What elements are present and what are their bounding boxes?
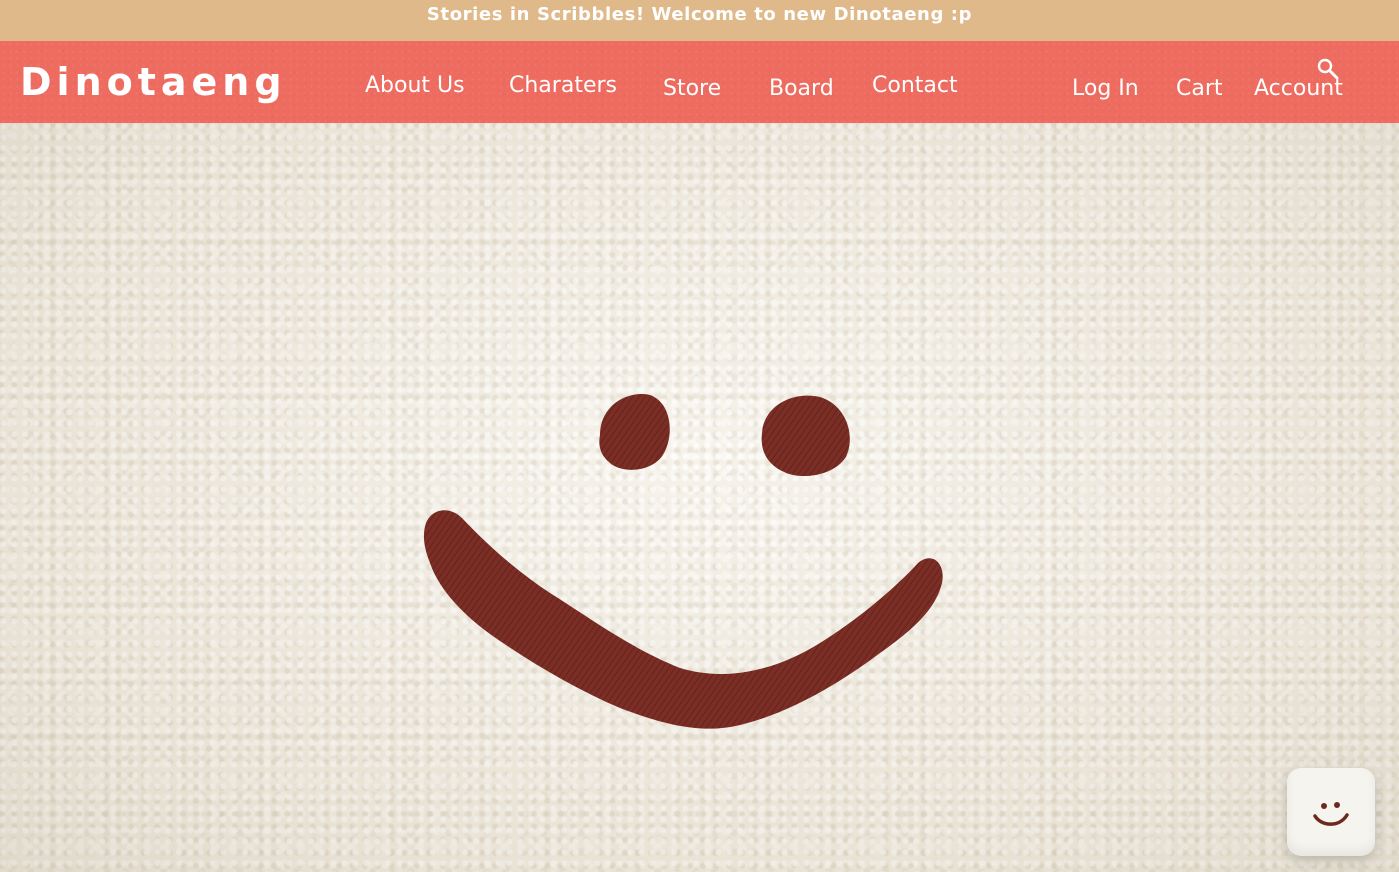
right-eye xyxy=(761,395,850,477)
chat-widget-button[interactable] xyxy=(1287,768,1375,856)
nav-board[interactable]: Board xyxy=(769,75,834,103)
embroidered-smiley-face xyxy=(423,394,943,729)
search-icon[interactable] xyxy=(1316,57,1340,81)
left-eye xyxy=(599,394,670,470)
site-header: Dinotaeng About Us Charaters Store Board… xyxy=(0,41,1399,123)
site-logo[interactable]: Dinotaeng xyxy=(20,59,287,105)
nav-log-in[interactable]: Log In xyxy=(1072,75,1139,103)
nav-about-us[interactable]: About Us xyxy=(365,72,465,100)
hero-image xyxy=(0,123,1399,872)
smiley-face-icon xyxy=(1313,802,1349,826)
smile-mouth xyxy=(423,510,943,729)
nav-cart[interactable]: Cart xyxy=(1176,75,1223,103)
nav-store[interactable]: Store xyxy=(663,75,721,103)
nav-contact[interactable]: Contact xyxy=(872,72,958,100)
page: Stories in Scribbles! Welcome to new Din… xyxy=(0,0,1399,872)
announcement-text: Stories in Scribbles! Welcome to new Din… xyxy=(426,4,973,25)
announcement-bar: Stories in Scribbles! Welcome to new Din… xyxy=(0,0,1399,41)
nav-characters[interactable]: Charaters xyxy=(509,72,617,100)
